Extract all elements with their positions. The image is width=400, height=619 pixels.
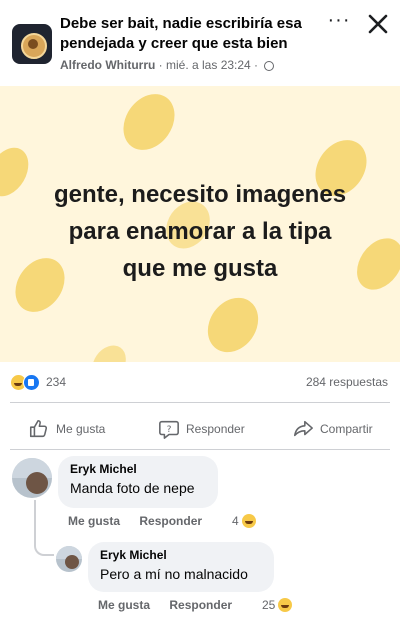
post-meta: Alfredo Whiturru · mié. a las 23:24 ·: [60, 58, 275, 72]
post-header: Debe ser bait, nadie escribiría esa pend…: [0, 0, 400, 86]
reactions-summary: 234 284 respuestas: [0, 368, 400, 398]
comment-like-button[interactable]: Me gusta: [68, 514, 120, 528]
svg-text:?: ?: [167, 424, 172, 435]
comment-reply-button[interactable]: Responder: [139, 514, 202, 528]
comment-reactions[interactable]: 25: [262, 598, 293, 612]
reaction-count[interactable]: 234: [46, 375, 66, 389]
comment-actions: Me gusta Responder: [98, 598, 232, 612]
post-image[interactable]: gente, necesito imagenes para enamorar a…: [0, 86, 400, 362]
post-image-line: gente, necesito imagenes: [53, 181, 347, 208]
comment-bubble: Eryk Michel Manda foto de nepe: [58, 456, 218, 508]
post-image-line: que me gusta: [122, 255, 278, 282]
comment-reaction-count: 25: [262, 598, 276, 612]
close-button[interactable]: [362, 10, 394, 40]
post-timestamp[interactable]: · mié. a las 23:24 ·: [159, 58, 258, 72]
background-blob: [197, 288, 269, 362]
comment-text: Pero a mí no malnacido: [100, 566, 248, 582]
like-button[interactable]: Me gusta: [28, 412, 105, 446]
globe-icon: [264, 61, 275, 71]
comment-reactions[interactable]: 4: [232, 514, 256, 528]
comment-author[interactable]: Eryk Michel: [70, 462, 137, 476]
comment-avatar[interactable]: [56, 546, 82, 572]
close-icon: [368, 14, 388, 34]
background-blob: [85, 339, 133, 362]
haha-reaction-icon: [278, 598, 293, 612]
post-author[interactable]: Alfredo Whiturru: [60, 58, 155, 72]
post-title: Debe ser bait, nadie escribiría esa pend…: [60, 15, 302, 52]
thumbs-up-icon: [29, 419, 48, 438]
reply-button[interactable]: ? Responder: [158, 412, 245, 446]
comment-actions: Me gusta Responder: [68, 514, 202, 528]
reply-thread-line: [34, 500, 54, 556]
post-action-bar: Me gusta ? Responder Compartir: [0, 412, 400, 446]
share-icon: [293, 420, 313, 437]
reply-button-label: Responder: [186, 422, 245, 436]
group-avatar-center: [28, 39, 38, 49]
like-button-label: Me gusta: [56, 422, 106, 436]
comment-icon: ?: [159, 420, 179, 439]
divider: [10, 402, 390, 403]
comment-reply-button[interactable]: Responder: [169, 598, 232, 612]
background-blob: [112, 86, 186, 160]
comment-like-button[interactable]: Me gusta: [98, 598, 150, 612]
post-image-line: para enamorar a la tipa: [68, 218, 332, 245]
comment-bubble: Eryk Michel Pero a mí no malnacido: [88, 542, 274, 592]
like-reaction-icon: [23, 374, 40, 391]
reply-count[interactable]: 284 respuestas: [306, 375, 388, 389]
more-options-button[interactable]: ···: [322, 10, 356, 36]
comment-author[interactable]: Eryk Michel: [100, 548, 167, 562]
comment-reaction-count: 4: [232, 514, 239, 528]
share-button[interactable]: Compartir: [292, 412, 373, 446]
comment-avatar[interactable]: [12, 458, 52, 498]
group-avatar[interactable]: [12, 24, 52, 64]
post-image-text: gente, necesito imagenes para enamorar a…: [0, 176, 400, 287]
more-horizontal-icon: ···: [327, 9, 351, 31]
reaction-icons[interactable]: [10, 374, 46, 392]
divider: [10, 449, 390, 450]
comment-text: Manda foto de nepe: [70, 480, 195, 496]
haha-reaction-icon: [241, 514, 256, 528]
share-button-label: Compartir: [320, 422, 373, 436]
